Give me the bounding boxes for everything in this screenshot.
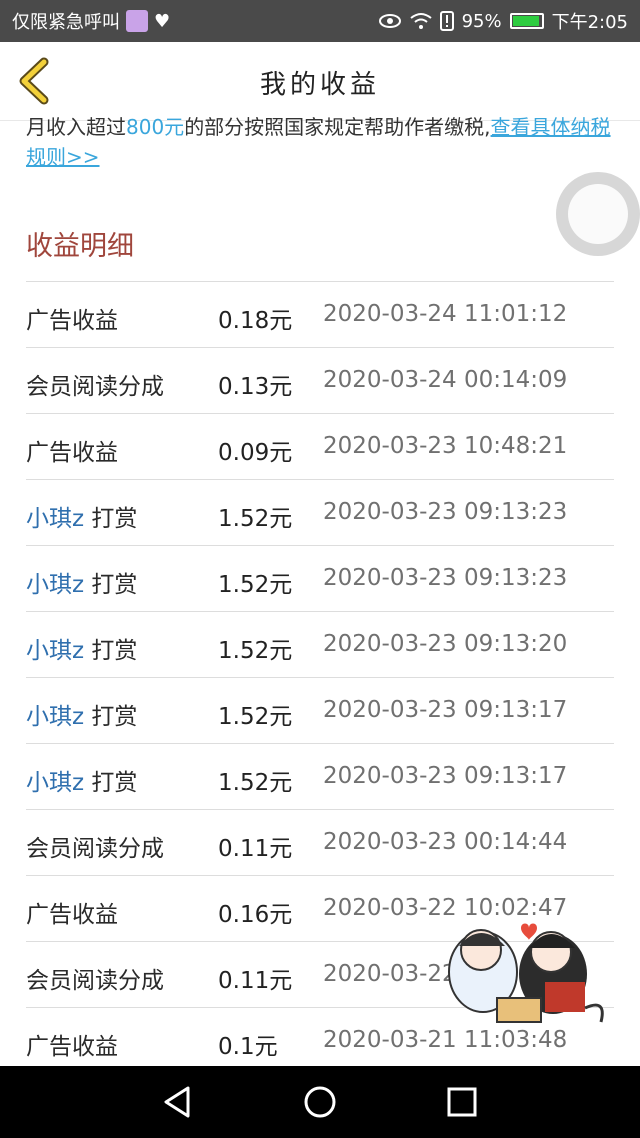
income-amount: 1.52元 [218,704,293,730]
list-item: 小琪z 打赏 1.52元 2020-03-23 09:13:17 [26,744,614,810]
status-time: 下午2:05 [551,12,628,33]
list-item: 广告收益 0.09元 2020-03-23 10:48:21 [26,414,614,480]
user-name[interactable]: 小琪z [26,506,84,532]
income-type: 广告收益 [26,440,118,466]
heart-pulse-icon: ♥ [154,10,171,32]
income-type: 小琪z 打赏 [26,770,138,796]
status-bar: 仅限紧急呼叫 ♥ 95% 下午2:05 [0,0,640,42]
battery-icon [509,13,544,29]
home-circle-icon[interactable] [302,1084,338,1120]
income-amount: 0.09元 [218,440,293,466]
income-time: 2020-03-23 09:13:17 [323,763,568,789]
list-item: 广告收益 0.18元 2020-03-24 11:01:12 [26,282,614,348]
chibi-sticker-icon[interactable] [435,912,613,1038]
income-amount: 0.16元 [218,902,293,928]
refresh-ring-icon [568,184,628,244]
income-type: 会员阅读分成 [26,968,164,994]
user-name[interactable]: 小琪z [26,638,84,664]
income-time: 2020-03-24 11:01:12 [323,301,568,327]
alert-icon [439,11,454,31]
recents-square-icon[interactable] [444,1084,480,1120]
list-item: 小琪z 打赏 1.52元 2020-03-23 09:13:23 [26,546,614,612]
income-type: 小琪z 打赏 [26,704,138,730]
income-amount: 0.13元 [218,374,293,400]
battery-percent: 95% [461,10,502,32]
income-amount: 0.11元 [218,968,293,994]
app-header: 我的收益 [0,42,640,121]
income-type: 广告收益 [26,308,118,334]
income-time: 2020-03-24 00:14:09 [323,367,568,393]
notice-amount: 800元 [126,115,185,139]
section-title: 收益明细 [26,231,134,262]
notice-middle: 的部分按照国家规定帮助作者缴税, [184,115,491,139]
income-type: 广告收益 [26,1034,118,1060]
income-type: 会员阅读分成 [26,836,164,862]
list-item: 小琪z 打赏 1.52元 2020-03-23 09:13:23 [26,480,614,546]
system-nav-bar [0,1066,640,1138]
status-left-text: 仅限紧急呼叫 [12,12,120,33]
income-amount: 1.52元 [218,638,293,664]
income-amount: 0.11元 [218,836,293,862]
income-type: 小琪z 打赏 [26,506,138,532]
list-item: 会员阅读分成 0.13元 2020-03-24 00:14:09 [26,348,614,414]
back-triangle-icon[interactable] [160,1084,196,1120]
income-time: 2020-03-23 10:48:21 [323,433,568,459]
income-type: 会员阅读分成 [26,374,164,400]
user-name[interactable]: 小琪z [26,770,84,796]
income-time: 2020-03-23 09:13:23 [323,565,568,591]
income-time: 2020-03-23 09:13:20 [323,631,568,657]
income-amount: 0.18元 [218,308,293,334]
income-amount: 1.52元 [218,572,293,598]
income-type: 广告收益 [26,902,118,928]
user-name[interactable]: 小琪z [26,704,84,730]
floating-refresh-button[interactable] [556,172,640,256]
income-amount: 1.52元 [218,506,293,532]
tax-notice: 月收入超过800元的部分按照国家规定帮助作者缴税,查看具体纳税规则>> [26,112,616,172]
list-item: 小琪z 打赏 1.52元 2020-03-23 09:13:17 [26,678,614,744]
list-item: 小琪z 打赏 1.52元 2020-03-23 09:13:20 [26,612,614,678]
eye-icon [378,14,401,28]
income-amount: 1.52元 [218,770,293,796]
income-time: 2020-03-23 09:13:17 [323,697,568,723]
income-type: 小琪z 打赏 [26,638,138,664]
user-name[interactable]: 小琪z [26,572,84,598]
income-time: 2020-03-23 00:14:44 [323,829,568,855]
page-title: 我的收益 [259,70,380,100]
income-amount: 0.1元 [218,1034,278,1060]
wifi-icon [409,13,432,29]
list-item: 会员阅读分成 0.11元 2020-03-23 00:14:44 [26,810,614,876]
sticker-emoji-icon [126,10,148,32]
income-time: 2020-03-23 09:13:23 [323,499,568,525]
income-type: 小琪z 打赏 [26,572,138,598]
notice-prefix: 月收入超过 [26,115,126,139]
